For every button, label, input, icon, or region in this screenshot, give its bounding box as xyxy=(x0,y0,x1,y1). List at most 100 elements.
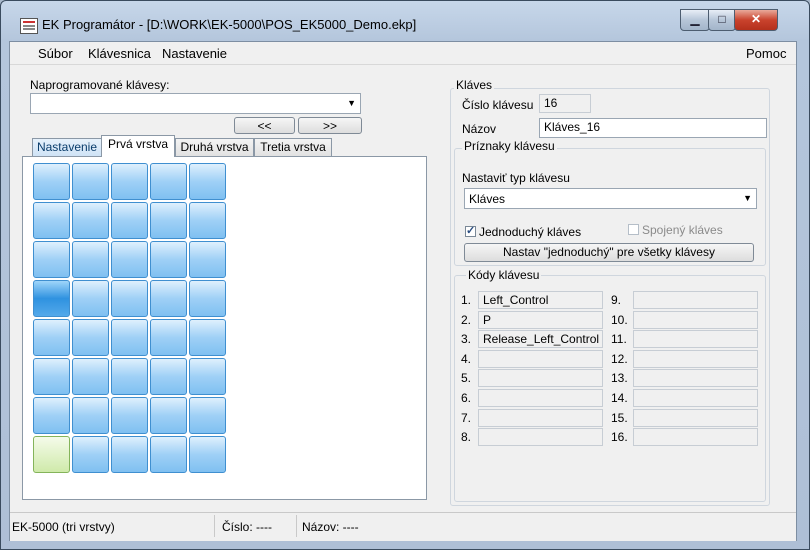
menu-nastavenie[interactable]: Nastavenie xyxy=(162,46,227,61)
code-field[interactable]: P xyxy=(478,310,603,329)
keyboard-key[interactable] xyxy=(189,436,226,473)
title-bar[interactable]: EK Programátor - [D:\WORK\EK-5000\POS_EK… xyxy=(1,1,809,41)
code-field[interactable] xyxy=(478,408,603,427)
keyboard-key[interactable] xyxy=(33,202,70,239)
keyboard-key[interactable] xyxy=(33,436,70,473)
keyboard-key[interactable] xyxy=(33,163,70,200)
code-field[interactable] xyxy=(478,428,603,447)
code-number: 8. xyxy=(461,430,472,445)
keyboard-key[interactable] xyxy=(72,241,109,278)
simple-key-checkbox[interactable] xyxy=(465,224,476,237)
keyboard-key[interactable] xyxy=(72,202,109,239)
code-number: 12. xyxy=(611,351,628,366)
keyboard-key[interactable] xyxy=(72,436,109,473)
code-field[interactable] xyxy=(633,389,758,407)
keyboard-key[interactable] xyxy=(150,358,187,395)
keyboard-key[interactable] xyxy=(189,241,226,278)
keyboard-key[interactable] xyxy=(150,319,187,356)
keyboard-key[interactable] xyxy=(111,280,148,317)
code-field[interactable] xyxy=(633,330,758,349)
code-field[interactable]: Release_Left_Control xyxy=(478,330,603,349)
keyboard-key[interactable] xyxy=(189,202,226,239)
keyboard-key[interactable] xyxy=(189,280,226,317)
code-field[interactable] xyxy=(633,291,758,309)
code-field[interactable] xyxy=(633,349,758,368)
set-all-simple-button[interactable]: Nastav "jednoduchý" pre všetky klávesy xyxy=(464,243,754,262)
code-number: 9. xyxy=(611,293,622,307)
status-number: Číslo: ---- xyxy=(222,520,272,534)
key-number-field: 16 xyxy=(539,94,591,113)
keyboard-key[interactable] xyxy=(111,436,148,473)
tab-tretia-vrstva[interactable]: Tretia vrstva xyxy=(254,138,332,156)
keyboard-key[interactable] xyxy=(111,358,148,395)
keyboard-key[interactable] xyxy=(150,436,187,473)
keyboard-key[interactable] xyxy=(150,397,187,434)
menu-subor[interactable]: Súbor xyxy=(38,46,73,61)
keyboard-key[interactable] xyxy=(72,163,109,200)
keyboard-key[interactable] xyxy=(111,202,148,239)
keyboard-key[interactable] xyxy=(33,319,70,356)
client-area: Súbor Klávesnica Nastavenie Pomoc Naprog… xyxy=(9,41,797,541)
programmed-keys-label: Naprogramované klávesy: xyxy=(30,78,170,92)
keyboard-key[interactable] xyxy=(72,397,109,434)
keyboard-key[interactable] xyxy=(33,397,70,434)
keyboard-key[interactable] xyxy=(111,319,148,356)
keyboard-key[interactable] xyxy=(189,397,226,434)
keyboard-key[interactable] xyxy=(189,163,226,200)
key-number-label: Číslo klávesu xyxy=(462,98,534,112)
code-number: 6. xyxy=(461,391,472,405)
menu-klavesnica[interactable]: Klávesnica xyxy=(88,46,151,61)
keyboard-key[interactable] xyxy=(72,280,109,317)
keyboard-key[interactable] xyxy=(111,241,148,278)
status-bar: EK-5000 (tri vrstvy) Číslo: ---- Názov: … xyxy=(10,512,796,541)
keyboard-key[interactable] xyxy=(33,280,70,317)
menu-pomoc[interactable]: Pomoc xyxy=(746,46,786,61)
keyboard-key[interactable] xyxy=(72,319,109,356)
prev-key-button[interactable]: << xyxy=(234,117,295,134)
tab-prva-vrstva[interactable]: Prvá vrstva xyxy=(101,135,175,157)
keyboard-key[interactable] xyxy=(150,202,187,239)
dropdown-arrow-icon: ▼ xyxy=(347,98,356,108)
code-field[interactable] xyxy=(633,310,758,329)
programmed-keys-dropdown[interactable]: ▼ xyxy=(30,93,361,114)
keyboard-key[interactable] xyxy=(189,358,226,395)
status-separator xyxy=(296,515,297,537)
tab-nastavenie[interactable]: Nastavenie xyxy=(32,138,102,156)
code-number: 3. xyxy=(461,332,472,347)
code-number: 10. xyxy=(611,312,628,327)
minimize-icon: ▁ xyxy=(690,12,700,26)
keyboard-key[interactable] xyxy=(111,163,148,200)
keyboard-key[interactable] xyxy=(33,358,70,395)
code-field[interactable] xyxy=(633,428,758,447)
maximize-button[interactable]: □ xyxy=(708,9,736,31)
keyboard-key[interactable] xyxy=(150,163,187,200)
code-number: 5. xyxy=(461,371,472,386)
keyboard-key[interactable] xyxy=(72,358,109,395)
keyboard-key[interactable] xyxy=(33,241,70,278)
code-field[interactable] xyxy=(478,389,603,407)
tab-druha-vrstva[interactable]: Druhá vrstva xyxy=(175,138,254,156)
window-title: EK Programátor - [D:\WORK\EK-5000\POS_EK… xyxy=(42,17,417,32)
code-field[interactable] xyxy=(633,369,758,388)
joined-key-label: Spojený kláves xyxy=(642,223,723,237)
code-field[interactable] xyxy=(633,408,758,427)
keyboard-key[interactable] xyxy=(150,241,187,278)
key-type-value: Kláves xyxy=(469,192,506,206)
code-field[interactable] xyxy=(478,369,603,388)
key-name-input[interactable]: Kláves_16 xyxy=(539,118,767,138)
minimize-button[interactable]: ▁ xyxy=(680,9,710,31)
keyboard-key[interactable] xyxy=(150,280,187,317)
code-field[interactable]: Left_Control xyxy=(478,291,603,309)
code-number: 2. xyxy=(461,312,472,327)
keyboard-key[interactable] xyxy=(111,397,148,434)
keyboard-key[interactable] xyxy=(189,319,226,356)
simple-key-label: Jednoduchý kláves xyxy=(479,225,582,239)
code-field[interactable] xyxy=(478,349,603,368)
app-icon xyxy=(20,18,38,34)
close-button[interactable]: ✕ xyxy=(734,9,778,31)
joined-key-checkbox[interactable] xyxy=(628,224,639,235)
key-type-dropdown[interactable]: Kláves ▼ xyxy=(464,188,757,209)
code-number: 1. xyxy=(461,293,472,307)
next-key-button[interactable]: >> xyxy=(298,117,362,134)
code-number: 4. xyxy=(461,351,472,366)
